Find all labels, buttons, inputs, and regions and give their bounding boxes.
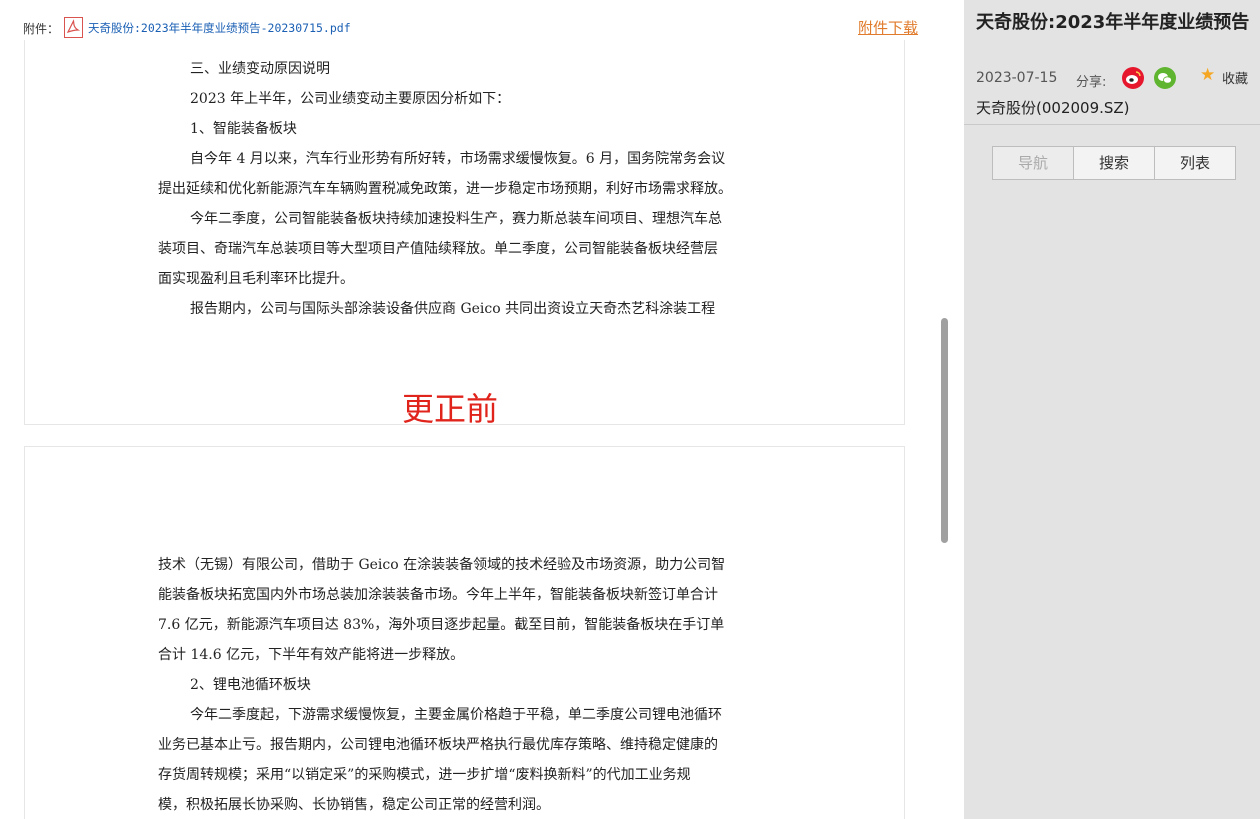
doc-line: 装项目、奇瑞汽车总装项目等大型项目产值陆续释放。单二季度，公司智能装备板块经营层 <box>158 241 718 257</box>
sidebar-divider <box>964 124 1260 125</box>
correction-label: 更正前 <box>402 390 499 428</box>
announcement-date: 2023-07-15 <box>976 70 1058 86</box>
share-label: 分享: <box>1076 75 1107 90</box>
attachment-download-link[interactable]: 附件下载 <box>858 17 918 38</box>
doc-line: 合计 14.6 亿元，下半年有效产能将进一步释放。 <box>158 647 465 663</box>
attachment-label: 附件： <box>23 22 60 36</box>
tab-list[interactable]: 列表 <box>1155 147 1235 179</box>
star-icon[interactable]: ★ <box>1200 65 1215 85</box>
doc-line: 7.6 亿元，新能源汽车项目达 83%，海外项目逐步起量。截至目前，智能装备板块… <box>158 617 725 633</box>
doc-line: 提出延续和优化新能源汽车车辆购置税减免政策，进一步稳定市场预期，利好市场需求释放… <box>158 181 732 197</box>
section-heading: 三、业绩变动原因说明 <box>190 61 330 77</box>
document-viewer: 附件： 天奇股份:2023年半年度业绩预告-20230715.pdf 附件下载 … <box>0 0 964 819</box>
wechat-icon[interactable] <box>1154 67 1176 89</box>
doc-line: 今年二季度起，下游需求缓慢恢复，主要金属价格趋于平稳，单二季度公司锂电池循环 <box>190 707 722 723</box>
doc-line: 技术（无锡）有限公司，借助于 Geico 在涂装装备领域的技术经验及市场资源，助… <box>158 557 726 573</box>
doc-line: 能装备板块拓宽国内外市场总装加涂装装备市场。今年上半年，智能装备板块新签订单合计 <box>158 587 718 603</box>
doc-line: 业务已基本止亏。报告期内，公司锂电池循环板块严格执行最优库存策略、维持稳定健康的 <box>158 737 718 753</box>
scrollbar-thumb[interactable] <box>941 318 948 543</box>
weibo-icon[interactable] <box>1122 67 1144 89</box>
doc-line: 今年二季度，公司智能装备板块持续加速投料生产，赛力斯总装车间项目、理想汽车总 <box>190 211 722 227</box>
doc-line: 自今年 4 月以来，汽车行业形势有所好转，市场需求缓慢恢复。6 月，国务院常务会… <box>190 151 726 167</box>
favorite-button[interactable]: 收藏 <box>1222 68 1248 87</box>
tab-search[interactable]: 搜索 <box>1074 147 1155 179</box>
doc-line: 2023 年上半年，公司业绩变动主要原因分析如下： <box>190 91 511 107</box>
stock-code[interactable]: 天奇股份(002009.SZ) <box>976 97 1130 118</box>
tab-navigation[interactable]: 导航 <box>993 147 1074 179</box>
sidebar-tabs: 导航 搜索 列表 <box>992 146 1236 180</box>
doc-line: 模，积极拓展长协采购、长协销售，稳定公司正常的经营利润。 <box>158 797 550 813</box>
subsection-heading: 1、智能装备板块 <box>190 121 297 137</box>
pdf-icon <box>64 17 83 38</box>
announcement-title: 天奇股份:2023年半年度业绩预告 <box>976 12 1250 33</box>
doc-line: 报告期内，公司与国际头部涂装设备供应商 Geico 共同出资设立天奇杰艺科涂装工… <box>190 301 716 317</box>
attachment-file-link[interactable]: 天奇股份:2023年半年度业绩预告-20230715.pdf <box>88 20 351 36</box>
sidebar: 天奇股份:2023年半年度业绩预告 2023-07-15 分享: ★ 收藏 天奇… <box>964 0 1260 819</box>
doc-line: 面实现盈利且毛利率环比提升。 <box>158 271 354 287</box>
subsection-heading: 2、锂电池循环板块 <box>190 677 311 693</box>
doc-line: 存货周转规模；采用“以销定采”的采购模式，进一步扩增“废料换新料”的代加工业务规 <box>158 767 691 783</box>
